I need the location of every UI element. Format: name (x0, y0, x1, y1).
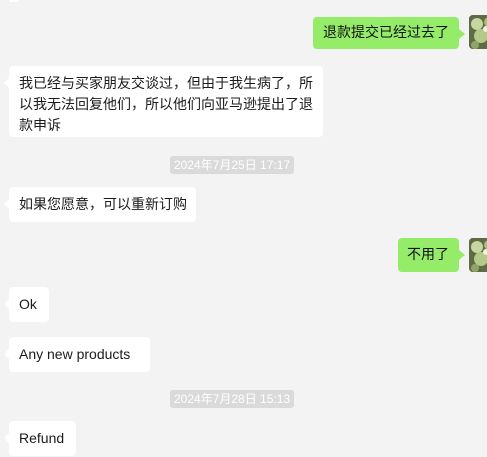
timestamp-text: 2024年7月25日 17:17 (174, 158, 291, 172)
message-bubble-incoming[interactable]: 我已经与买家朋友交谈过，但由于我生病了，所以我无法回复他们，所以他们向亚马逊提出… (4, 66, 323, 137)
succulent-plant-avatar-icon (469, 238, 487, 272)
message-text: 如果您愿意，可以重新订购 (19, 196, 187, 212)
chat-message-list[interactable]: 退款提交已经过去了 我已经与买家朋友交谈过，但由于我生病了，所以我无法回复他们，… (0, 0, 487, 457)
self-avatar-icon[interactable] (469, 15, 487, 49)
timestamp-divider: 2024年7月25日 17:17 (170, 156, 295, 174)
message-text: Ok (19, 296, 37, 312)
previous-message-edge (9, 0, 19, 2)
message-text: 不用了 (407, 246, 449, 262)
message-text: Refund (19, 430, 65, 446)
self-avatar-icon[interactable] (469, 238, 487, 272)
timestamp-divider: 2024年7月28日 15:13 (170, 390, 295, 408)
message-bubble-outgoing[interactable]: 不用了 (398, 238, 465, 272)
message-bubble-outgoing[interactable]: 退款提交已经过去了 (313, 17, 465, 49)
message-bubble-incoming[interactable]: Any new products (4, 337, 150, 372)
message-bubble-incoming[interactable]: 如果您愿意，可以重新订购 (4, 187, 196, 222)
succulent-plant-avatar-icon (469, 15, 487, 49)
message-bubble-incoming[interactable]: Ok (4, 287, 49, 322)
message-text: 退款提交已经过去了 (323, 24, 449, 40)
timestamp-text: 2024年7月28日 15:13 (174, 392, 291, 406)
message-text: 我已经与买家朋友交谈过，但由于我生病了，所以我无法回复他们，所以他们向亚马逊提出… (19, 75, 313, 133)
message-text: Any new products (19, 346, 131, 362)
message-bubble-incoming[interactable]: Refund (4, 421, 76, 456)
